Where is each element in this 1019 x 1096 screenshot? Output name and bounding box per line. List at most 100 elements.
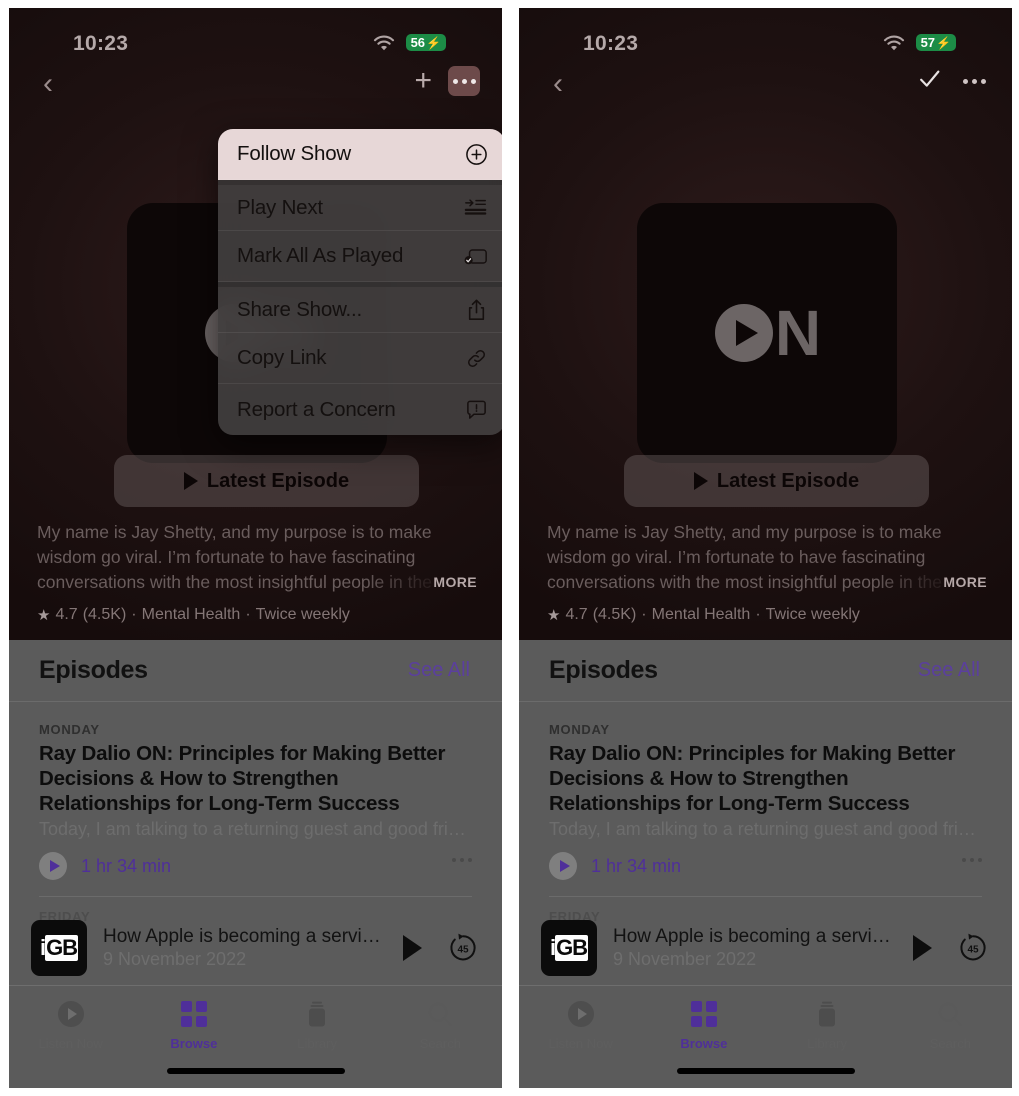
wifi-icon	[883, 34, 905, 51]
tab-browse[interactable]: Browse	[642, 1000, 765, 1051]
show-meta: ★ 4.7 (4.5K) · Mental Health · Twice wee…	[37, 606, 350, 624]
browse-grid-icon	[690, 1000, 718, 1028]
menu-item-label: Share Show...	[237, 297, 363, 321]
rating-value: 4.7	[565, 606, 588, 623]
mini-player[interactable]: i GB How Apple is becoming a service-... …	[9, 910, 502, 986]
play-icon	[183, 472, 198, 490]
tab-listen-now[interactable]: Listen Now	[519, 1000, 642, 1051]
play-icon[interactable]	[403, 934, 422, 961]
more-button[interactable]: MORE	[943, 570, 987, 595]
status-bar: 10:23 57 ⚡	[519, 8, 1012, 64]
mini-player-artwork: i GB	[31, 919, 87, 976]
episode-title: Ray Dalio ON: Principles for Making Bett…	[549, 742, 956, 815]
library-icon	[813, 1000, 841, 1028]
show-artwork: N	[637, 203, 897, 463]
tab-browse[interactable]: Browse	[132, 1000, 255, 1051]
tab-bar: Listen Now Browse Library Search	[9, 986, 502, 1088]
context-menu[interactable]: Follow Show Play Next Mark All As Played…	[218, 129, 502, 435]
status-indicators: 56 ⚡	[373, 34, 446, 51]
menu-item-mark-all-as-played[interactable]: Mark All As Played	[218, 231, 502, 282]
menu-item-label: Play Next	[237, 195, 323, 219]
status-indicators: 57 ⚡	[883, 34, 956, 51]
episode-play-button[interactable]	[549, 852, 577, 880]
show-category: Mental Health	[141, 606, 241, 623]
play-next-icon	[464, 196, 488, 220]
play-icon[interactable]	[913, 934, 932, 961]
latest-episode-button[interactable]: Latest Episode	[624, 455, 929, 507]
report-concern-icon	[464, 398, 488, 422]
description-line-2: wisdom go viral. I’m fortunate to have f…	[547, 547, 926, 567]
phone-screen-right: 10:23 57 ⚡ ‹ N Latest Episode My name is…	[519, 8, 1012, 1088]
description-line-3: conversations with the most insightful p…	[37, 572, 432, 592]
tab-search[interactable]: Search	[889, 1000, 1012, 1051]
description-line-1: My name is Jay Shetty, and my purpose is…	[547, 522, 942, 542]
tab-label: Listen Now	[38, 1036, 103, 1051]
battery-level: 56	[410, 35, 426, 50]
star-icon: ★	[37, 607, 51, 624]
tab-listen-now[interactable]: Listen Now	[9, 1000, 132, 1051]
show-description: My name is Jay Shetty, and my purpose is…	[37, 520, 477, 595]
link-icon	[464, 346, 488, 370]
episode-list-item[interactable]: MONDAY Ray Dalio ON: Principles for Maki…	[9, 702, 502, 880]
latest-episode-button[interactable]: Latest Episode	[114, 455, 419, 507]
episode-subtitle: Today, I am talking to a returning guest…	[549, 819, 979, 839]
show-meta: ★ 4.7 (4.5K) · Mental Health · Twice wee…	[547, 606, 860, 624]
rating-count: (4.5K)	[592, 606, 637, 623]
status-time: 10:23	[583, 32, 639, 55]
tab-label: Browse	[170, 1036, 218, 1051]
mini-art-text-2: GB	[45, 934, 79, 961]
menu-item-report-a-concern[interactable]: Report a Concern	[218, 384, 502, 435]
back-button[interactable]: ‹	[553, 69, 563, 99]
show-frequency: Twice weekly	[255, 606, 350, 623]
tab-library[interactable]: Library	[766, 1000, 889, 1051]
wifi-icon	[373, 34, 395, 51]
nav-actions	[917, 66, 990, 96]
mini-player-text: How Apple is becoming a service-... 9 No…	[103, 926, 387, 970]
play-triangle-icon	[714, 304, 773, 362]
tab-label: Browse	[680, 1036, 728, 1051]
meta-separator: ·	[641, 606, 647, 623]
episode-list-item[interactable]: MONDAY Ray Dalio ON: Principles for Maki…	[519, 702, 1012, 880]
star-icon: ★	[547, 607, 561, 624]
menu-item-follow-show[interactable]: Follow Show	[218, 129, 502, 180]
search-icon	[936, 1000, 964, 1028]
menu-item-share-show[interactable]: Share Show...	[218, 282, 502, 333]
ellipsis-icon[interactable]	[958, 66, 990, 96]
tab-label: Listen Now	[548, 1036, 613, 1051]
status-time: 10:23	[73, 32, 129, 55]
mini-player-artwork: i GB	[541, 919, 597, 976]
tab-label: Search	[419, 1036, 461, 1051]
skip-forward-45-icon[interactable]: 45	[956, 931, 990, 965]
see-all-link[interactable]: See All	[918, 659, 980, 682]
menu-item-label: Mark All As Played	[237, 244, 404, 267]
mini-player[interactable]: i GB How Apple is becoming a service-... …	[519, 910, 1012, 986]
ellipsis-icon[interactable]	[448, 66, 480, 96]
plus-icon[interactable]: +	[414, 66, 432, 96]
menu-item-label: Copy Link	[237, 346, 327, 369]
back-button[interactable]: ‹	[43, 69, 53, 99]
skip-forward-45-icon[interactable]: 45	[446, 931, 480, 965]
mini-art-text-2: GB	[555, 934, 589, 961]
menu-item-label: Follow Show	[237, 142, 352, 165]
menu-item-copy-link[interactable]: Copy Link	[218, 333, 502, 384]
see-all-link[interactable]: See All	[408, 659, 470, 682]
more-button[interactable]: MORE	[433, 570, 477, 595]
mini-player-title: How Apple is becoming a service-...	[103, 925, 387, 947]
checkmark-icon[interactable]	[917, 66, 942, 96]
tab-bar: Listen Now Browse Library Search	[519, 986, 1012, 1088]
episodes-header: Episodes See All	[9, 640, 502, 702]
comparison-screenshot: 10:23 56⚡ ‹ + N	[0, 0, 1019, 1096]
episode-controls: 1 hr 34 min	[39, 852, 472, 880]
list-divider	[39, 896, 472, 897]
episode-more-icon[interactable]	[452, 858, 472, 862]
episode-more-icon[interactable]	[962, 858, 982, 862]
mini-player-date: 9 November 2022	[613, 948, 757, 969]
mini-player-title: How Apple is becoming a service-...	[613, 925, 897, 947]
tab-library[interactable]: Library	[256, 1000, 379, 1051]
home-indicator	[676, 1068, 855, 1074]
svg-text:45: 45	[967, 944, 979, 955]
meta-separator: ·	[245, 606, 251, 623]
menu-item-play-next[interactable]: Play Next	[218, 180, 502, 231]
episode-play-button[interactable]	[39, 852, 67, 880]
tab-search[interactable]: Search	[379, 1000, 502, 1051]
